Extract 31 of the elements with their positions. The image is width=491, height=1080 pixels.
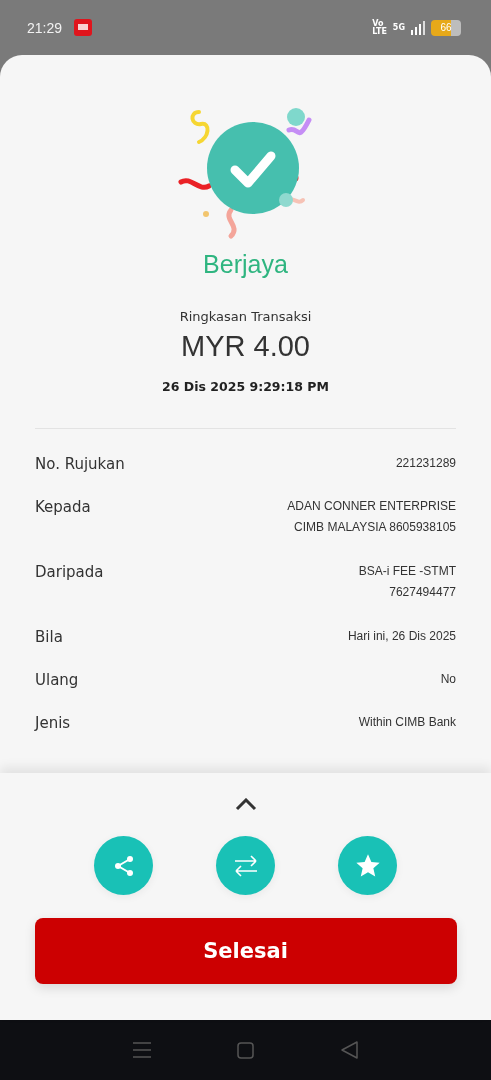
app-notification-icon (74, 19, 93, 36)
swap-arrows-icon (232, 853, 259, 878)
back-icon[interactable] (340, 1041, 358, 1059)
detail-value: ADAN CONNER ENTERPRISE (287, 498, 456, 515)
detail-label: Daripada (35, 562, 104, 583)
detail-value: No (440, 671, 456, 688)
detail-value: BSA-i FEE -STMT (358, 563, 456, 580)
home-icon[interactable] (237, 1041, 255, 1059)
amount: 4.00 (253, 330, 310, 363)
transaction-datetime: 26 Dis 2025 9:29:18 PM (162, 379, 329, 394)
done-button[interactable]: Selesai (34, 918, 457, 984)
status-title: Berjaya (203, 250, 288, 279)
detail-label: Kepada (35, 497, 91, 518)
network-type: 5G (392, 23, 405, 32)
summary-title: Ringkasan Transaksi (179, 309, 312, 324)
detail-value: Within CIMB Bank (358, 714, 456, 731)
menu-icon[interactable] (133, 1042, 152, 1058)
detail-label: Bila (35, 627, 63, 648)
detail-value: CIMB MALAYSIA 8605938105 (294, 519, 456, 536)
currency: MYR (181, 330, 246, 363)
clock: 21:29 (27, 19, 63, 36)
detail-label: Jenis (35, 713, 71, 734)
signal-icon (411, 20, 425, 35)
volte-indicator: Vo LTE (372, 19, 387, 36)
detail-label: Ulang (35, 670, 79, 691)
detail-value: Hari ini, 26 Dis 2025 (347, 628, 456, 645)
detail-value: 221231289 (395, 455, 456, 472)
chevron-up-icon[interactable] (234, 798, 257, 811)
detail-value: 7627494477 (389, 584, 456, 601)
battery-indicator: 66 (431, 19, 461, 36)
detail-label: No. Rujukan (35, 454, 125, 475)
